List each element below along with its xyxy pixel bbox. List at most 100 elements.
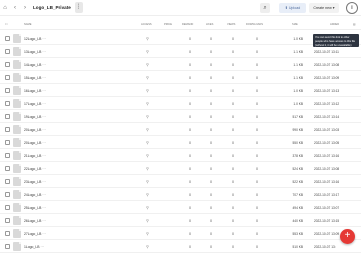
file-name[interactable]: 20Logo_LB··· bbox=[24, 128, 46, 132]
table-row[interactable]: 13Logo_LB··· ⚲ 0 0 0 0 1.1 KB 2022-10-07 13:11 bbox=[0, 45, 361, 58]
add-fab-button[interactable]: + bbox=[340, 229, 355, 244]
link-icon[interactable]: ⚲ bbox=[146, 231, 149, 236]
file-menu-caret[interactable]: ··· bbox=[42, 193, 45, 197]
row-checkbox[interactable] bbox=[5, 192, 10, 197]
create-new-button[interactable]: Create new ▾ bbox=[309, 3, 339, 13]
row-checkbox[interactable] bbox=[5, 140, 10, 145]
file-menu-caret[interactable]: ··· bbox=[42, 63, 45, 67]
link-icon[interactable]: ⚲ bbox=[146, 75, 149, 80]
table-row[interactable]: 26Logo_LB··· ⚲ 0 0 0 0 440 KB 2022-10-07 13:15 bbox=[0, 214, 361, 227]
row-checkbox[interactable] bbox=[5, 153, 10, 158]
link-icon[interactable]: ⚲ bbox=[146, 218, 149, 223]
link-icon[interactable]: ⚲ bbox=[146, 140, 149, 145]
row-checkbox[interactable] bbox=[5, 127, 10, 132]
col-access[interactable]: ACCESS bbox=[141, 23, 152, 26]
file-name[interactable]: 14Logo_LB··· bbox=[24, 63, 46, 67]
row-checkbox[interactable] bbox=[5, 36, 10, 41]
link-icon[interactable]: ⚲ bbox=[146, 88, 149, 93]
file-name[interactable]: 17Logo_LB··· bbox=[24, 102, 46, 106]
file-name[interactable]: 23Logo_LB··· bbox=[24, 180, 46, 184]
file-menu-caret[interactable]: ··· bbox=[40, 245, 43, 249]
column-settings-icon[interactable]: ▤ bbox=[353, 23, 355, 26]
row-checkbox[interactable] bbox=[5, 244, 10, 249]
table-row[interactable]: 20Logo_LB··· ⚲ 0 0 0 0 990 KB 2022-10-07 13:03 bbox=[0, 123, 361, 136]
link-icon[interactable]: ⚲ bbox=[146, 192, 149, 197]
file-name[interactable]: 19Logo_LB··· bbox=[24, 115, 46, 119]
search-button[interactable]: ⌕ bbox=[260, 3, 270, 13]
file-menu-caret[interactable]: ··· bbox=[42, 115, 45, 119]
table-row[interactable]: 25Logo_LB··· ⚲ 0 0 0 0 494 KB 2022-10-07 13:07 bbox=[0, 201, 361, 214]
upload-button[interactable]: ⬆ Upload bbox=[279, 3, 306, 13]
link-icon[interactable]: ⚲ bbox=[146, 153, 149, 158]
file-menu-caret[interactable]: ··· bbox=[42, 154, 45, 158]
row-checkbox[interactable] bbox=[5, 114, 10, 119]
table-row[interactable]: 1Logo_LB··· ⚲ 0 0 0 0 510 KB 2022-10-07 13: bbox=[0, 240, 361, 253]
file-name[interactable]: 21Logo_LB··· bbox=[24, 154, 46, 158]
row-checkbox[interactable] bbox=[5, 49, 10, 54]
link-icon[interactable]: ⚲ bbox=[146, 205, 149, 210]
table-row[interactable]: 19Logo_LB··· ⚲ 0 0 0 0 517 KB 2022-10-07 13:14 bbox=[0, 110, 361, 123]
link-icon[interactable]: ⚲ bbox=[146, 36, 149, 41]
file-name[interactable]: 16Logo_LB··· bbox=[24, 89, 46, 93]
link-icon[interactable]: ⚲ bbox=[146, 62, 149, 67]
chevron-left-icon[interactable]: ‹ bbox=[10, 0, 20, 16]
link-icon[interactable]: ⚲ bbox=[146, 49, 149, 54]
link-icon[interactable]: ⚲ bbox=[146, 244, 149, 249]
col-downloads[interactable]: DOWNLOADS bbox=[246, 23, 263, 26]
file-menu-caret[interactable]: ··· bbox=[42, 206, 45, 210]
file-menu-caret[interactable]: ··· bbox=[42, 167, 45, 171]
table-row[interactable]: 12Logo_LB··· ⚲ 0 0 0 0 1.0 KB bbox=[0, 32, 361, 45]
table-row[interactable]: 21Logo_LB··· ⚲ 0 0 0 0 378 KB 2022-10-07 13:16 bbox=[0, 149, 361, 162]
chevron-right-icon[interactable]: › bbox=[20, 0, 30, 16]
table-row[interactable]: 14Logo_LB··· ⚲ 0 0 0 0 1.1 KB 2022-10-07 13:08 bbox=[0, 58, 361, 71]
file-name[interactable]: 27Logo_LB··· bbox=[24, 232, 46, 236]
row-checkbox[interactable] bbox=[5, 205, 10, 210]
table-row[interactable]: 24Logo_LB··· ⚲ 0 0 0 0 707 KB 2022-10-07 13:17 bbox=[0, 188, 361, 201]
file-name[interactable]: 26Logo_LB··· bbox=[24, 219, 46, 223]
file-name[interactable]: 22Logo_LB··· bbox=[24, 167, 46, 171]
table-row[interactable]: 16Logo_LB··· ⚲ 0 0 0 0 1.0 KB 2022-10-07 13:13 bbox=[0, 84, 361, 97]
table-row[interactable]: 23Logo_LB··· ⚲ 0 0 0 0 522 KB 2022-10-07 13:16 bbox=[0, 175, 361, 188]
file-name[interactable]: 1Logo_LB··· bbox=[24, 245, 44, 249]
col-name[interactable]: NAME bbox=[24, 23, 32, 26]
table-row[interactable]: 20Logo_LB··· ⚲ 0 0 0 0 550 KB 2022-10-07 13:05 bbox=[0, 136, 361, 149]
file-name[interactable]: 20Logo_LB··· bbox=[24, 141, 46, 145]
folder-menu-button[interactable]: ⋮ bbox=[74, 2, 83, 13]
col-size[interactable]: SIZE bbox=[292, 23, 298, 26]
col-likes[interactable]: LIKES bbox=[206, 23, 213, 26]
col-views[interactable]: VIEWS bbox=[227, 23, 235, 26]
link-icon[interactable]: ⚲ bbox=[146, 101, 149, 106]
link-icon[interactable]: ⚲ bbox=[146, 179, 149, 184]
table-row[interactable]: 17Logo_LB··· ⚲ 0 0 0 0 1.0 KB 2022-10-07 13:12 bbox=[0, 97, 361, 110]
home-icon[interactable]: ⌂ bbox=[0, 0, 10, 16]
link-icon[interactable]: ⚲ bbox=[146, 166, 149, 171]
file-menu-caret[interactable]: ··· bbox=[42, 76, 45, 80]
file-name[interactable]: 12Logo_LB··· bbox=[24, 37, 46, 41]
file-menu-caret[interactable]: ··· bbox=[42, 180, 45, 184]
select-all-checkbox[interactable]: ☐ bbox=[5, 23, 7, 26]
col-price[interactable]: PRICE bbox=[164, 23, 172, 26]
file-name[interactable]: 15Logo_LB··· bbox=[24, 76, 46, 80]
row-checkbox[interactable] bbox=[5, 62, 10, 67]
table-row[interactable]: 27Logo_LB··· ⚲ 0 0 0 0 553 KB 2022-10-07 13:09 bbox=[0, 227, 361, 240]
col-added[interactable]: ADDED bbox=[330, 23, 339, 26]
table-row[interactable]: 15Logo_LB··· ⚲ 0 0 0 0 1.1 KB 2022-10-07 13:09 bbox=[0, 71, 361, 84]
row-checkbox[interactable] bbox=[5, 101, 10, 106]
link-icon[interactable]: ⚲ bbox=[146, 127, 149, 132]
file-menu-caret[interactable]: ··· bbox=[42, 37, 45, 41]
row-checkbox[interactable] bbox=[5, 166, 10, 171]
info-icon[interactable]: i bbox=[346, 2, 358, 14]
row-checkbox[interactable] bbox=[5, 88, 10, 93]
file-menu-caret[interactable]: ··· bbox=[42, 102, 45, 106]
row-checkbox[interactable] bbox=[5, 231, 10, 236]
col-demand[interactable]: DEMAND bbox=[182, 23, 193, 26]
file-menu-caret[interactable]: ··· bbox=[42, 219, 45, 223]
row-checkbox[interactable] bbox=[5, 75, 10, 80]
row-checkbox[interactable] bbox=[5, 218, 10, 223]
file-menu-caret[interactable]: ··· bbox=[42, 89, 45, 93]
file-menu-caret[interactable]: ··· bbox=[42, 141, 45, 145]
row-checkbox[interactable] bbox=[5, 179, 10, 184]
link-icon[interactable]: ⚲ bbox=[146, 114, 149, 119]
file-name[interactable]: 13Logo_LB··· bbox=[24, 50, 46, 54]
file-menu-caret[interactable]: ··· bbox=[42, 50, 45, 54]
